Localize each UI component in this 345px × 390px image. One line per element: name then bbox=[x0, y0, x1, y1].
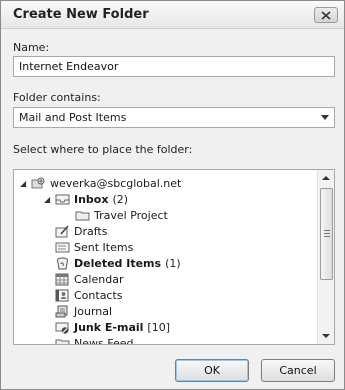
scroll-thumb[interactable] bbox=[320, 188, 333, 280]
tree-item-drafts[interactable]: Drafts bbox=[54, 223, 107, 239]
scroll-down-icon bbox=[322, 334, 330, 338]
tree-item-label: Inbox bbox=[74, 192, 109, 206]
folder-contains-value: Mail and Post Items bbox=[19, 111, 127, 124]
tree-item-inbox[interactable]: ◢ Inbox (2) bbox=[44, 191, 128, 207]
drafts-icon bbox=[54, 224, 70, 238]
chevron-down-icon bbox=[321, 115, 329, 120]
folder-tree[interactable]: ◢ weverka@sbcglobal.net ◢ Inbox (2) Trav… bbox=[13, 169, 335, 345]
dialog-title: Create New Folder bbox=[13, 7, 149, 22]
title-bar: Create New Folder bbox=[1, 1, 344, 29]
unread-count: (1) bbox=[165, 256, 181, 270]
tree-item-sent-items[interactable]: Sent Items bbox=[54, 239, 133, 255]
name-input[interactable] bbox=[13, 56, 335, 77]
inbox-icon bbox=[54, 192, 70, 206]
unread-count: (2) bbox=[112, 192, 129, 206]
close-button[interactable] bbox=[314, 7, 338, 23]
create-folder-dialog: Create New Folder Name: Folder contains:… bbox=[0, 0, 345, 390]
cancel-button[interactable]: Cancel bbox=[261, 359, 335, 382]
tree-item-contacts[interactable]: Contacts bbox=[54, 287, 123, 303]
place-folder-label: Select where to place the folder: bbox=[13, 143, 193, 156]
journal-icon bbox=[54, 304, 70, 318]
tree-item-deleted-items[interactable]: Deleted Items (1) bbox=[54, 255, 181, 271]
sent-items-icon bbox=[54, 240, 70, 254]
deleted-items-icon bbox=[54, 256, 70, 270]
calendar-icon bbox=[54, 272, 70, 286]
folder-icon bbox=[74, 208, 90, 222]
tree-item-calendar[interactable]: Calendar bbox=[54, 271, 123, 287]
account-icon bbox=[30, 176, 46, 190]
tree-item-label: Drafts bbox=[74, 224, 108, 238]
tree-item-label: Deleted Items bbox=[74, 256, 162, 270]
tree-item-travel-project[interactable]: Travel Project bbox=[74, 207, 168, 223]
tree-item-label: Calendar bbox=[74, 272, 124, 286]
junk-email-icon bbox=[54, 320, 70, 334]
tree-scrollbar[interactable] bbox=[317, 170, 334, 344]
contacts-icon bbox=[54, 288, 70, 302]
expand-arrow-icon: ◢ bbox=[20, 178, 27, 188]
scroll-up-icon bbox=[322, 176, 330, 180]
tree-item-junk-email[interactable]: Junk E-mail [10] bbox=[54, 319, 170, 335]
item-count: [10] bbox=[147, 320, 170, 334]
tree-item-label: Contacts bbox=[74, 288, 123, 302]
tree-item-label: Sent Items bbox=[74, 240, 134, 254]
expand-arrow-icon: ◢ bbox=[44, 194, 51, 204]
scroll-down-button[interactable] bbox=[318, 328, 334, 344]
tree-item-label: News Feed bbox=[74, 336, 134, 345]
folder-contains-select[interactable]: Mail and Post Items bbox=[13, 107, 335, 128]
tree-item-label: Junk E-mail bbox=[74, 320, 144, 334]
ok-button[interactable]: OK bbox=[175, 359, 249, 382]
tree-item-label: Travel Project bbox=[94, 208, 168, 222]
tree-item-account[interactable]: ◢ weverka@sbcglobal.net bbox=[20, 175, 181, 191]
name-label: Name: bbox=[13, 41, 50, 54]
tree-item-label: Journal bbox=[74, 304, 113, 318]
news-feed-icon bbox=[54, 336, 70, 344]
close-icon bbox=[321, 10, 331, 20]
scroll-up-button[interactable] bbox=[318, 170, 334, 186]
account-label: weverka@sbcglobal.net bbox=[50, 176, 182, 190]
tree-item-news-feed[interactable]: News Feed bbox=[54, 335, 134, 345]
tree-item-journal[interactable]: Journal bbox=[54, 303, 112, 319]
folder-contains-label: Folder contains: bbox=[13, 91, 101, 104]
